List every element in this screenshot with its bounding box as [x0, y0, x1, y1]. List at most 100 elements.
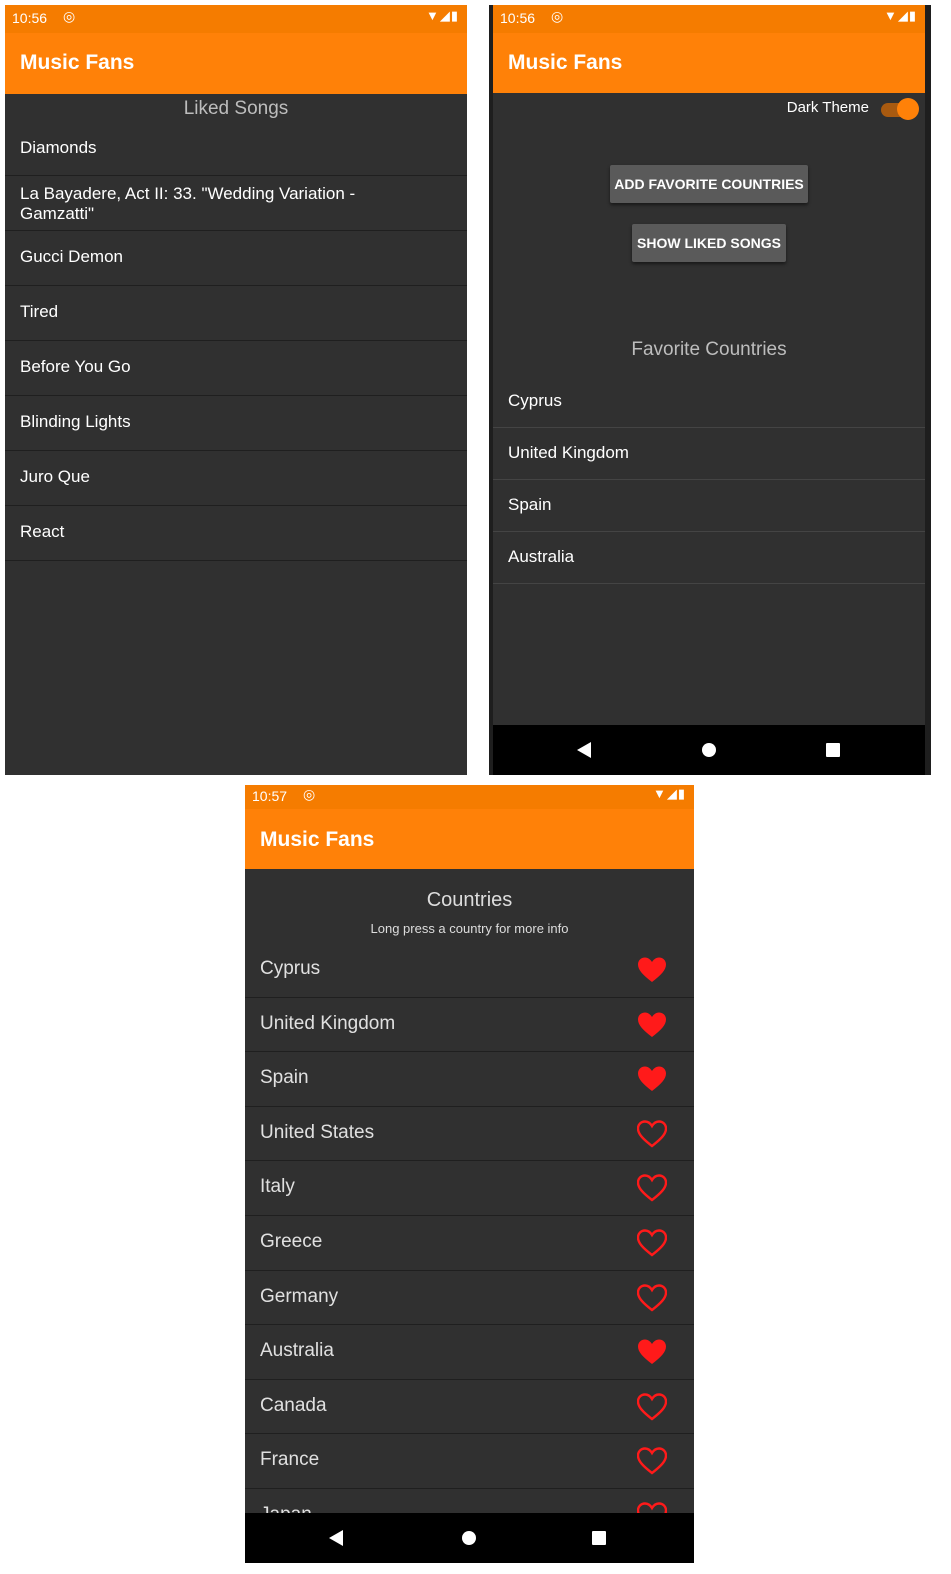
country-row[interactable]: France: [245, 1434, 694, 1489]
country-row[interactable]: United States: [245, 1107, 694, 1162]
heart-filled-icon[interactable]: [637, 1065, 667, 1093]
status-time: 10:57: [252, 788, 288, 804]
home-icon[interactable]: [462, 1531, 476, 1545]
status-bar: 10:56 ◎ ▼◢▮: [493, 5, 925, 33]
country-name: Australia: [260, 1340, 334, 1362]
add-favorite-countries-button[interactable]: ADD FAVORITE COUNTRIES: [610, 165, 808, 203]
country-name: Japan: [260, 1504, 312, 1513]
recents-icon[interactable]: [592, 1531, 606, 1545]
wifi-signal-battery-icons: ▼◢▮: [883, 8, 917, 23]
song-title: Gucci Demon: [20, 247, 123, 266]
song-title: Before You Go: [20, 357, 131, 376]
song-title: Blinding Lights: [20, 412, 131, 431]
wifi-signal-battery-icons: ▼◢▮: [652, 786, 686, 801]
song-row[interactable]: Blinding Lights: [5, 396, 467, 451]
country-row[interactable]: Japan: [245, 1489, 694, 1513]
dark-theme-row: Dark Theme: [493, 93, 925, 121]
heart-outline-icon[interactable]: [637, 1447, 667, 1475]
countries-screen: 10:57 ◎ ▼◢▮ Music Fans Countries Long pr…: [245, 785, 694, 1563]
favorite-country-row[interactable]: Cyprus: [493, 376, 925, 428]
song-row[interactable]: Gucci Demon: [5, 231, 467, 286]
countries-subtitle: Long press a country for more info: [370, 921, 569, 936]
country-name: Greece: [260, 1230, 323, 1252]
back-icon[interactable]: [329, 1530, 343, 1546]
countries-title: Countries: [426, 889, 513, 911]
country-name: France: [260, 1449, 320, 1471]
app-bar: Music Fans: [245, 809, 694, 869]
nav-bar: [245, 1513, 694, 1563]
country-name: United Kingdom: [260, 1012, 396, 1034]
heart-filled-icon[interactable]: [637, 956, 667, 984]
song-row[interactable]: Before You Go: [5, 341, 467, 396]
country-row[interactable]: Germany: [245, 1271, 694, 1326]
heart-outline-icon[interactable]: [637, 1283, 667, 1312]
favorite-country-row[interactable]: United Kingdom: [493, 428, 925, 480]
dark-theme-label: Dark Theme: [786, 99, 869, 116]
nav-bar: [493, 725, 925, 775]
country-name: Canada: [260, 1394, 327, 1416]
heart-outline-icon[interactable]: [637, 1502, 667, 1513]
song-title: React: [20, 522, 65, 541]
app-title: Music Fans: [260, 828, 375, 851]
app-title: Music Fans: [20, 51, 135, 74]
heart-outline-icon[interactable]: [637, 1174, 667, 1202]
recents-icon[interactable]: [826, 743, 840, 757]
country-row[interactable]: Australia: [245, 1325, 694, 1380]
song-title: Juro Que: [20, 467, 90, 486]
country-row[interactable]: Greece: [245, 1216, 694, 1271]
country-row[interactable]: Canada: [245, 1380, 694, 1435]
heart-outline-icon[interactable]: [637, 1393, 667, 1421]
countries-content: Countries Long press a country for more …: [245, 869, 694, 1513]
song-row[interactable]: La Bayadere, Act II: 33. "Wedding Variat…: [5, 176, 467, 231]
heart-outline-icon[interactable]: [637, 1120, 667, 1148]
country-row[interactable]: United Kingdom: [245, 998, 694, 1053]
show-liked-songs-button[interactable]: SHOW LIKED SONGS: [632, 224, 786, 262]
sync-icon: ◎: [63, 8, 76, 24]
country-row[interactable]: Italy: [245, 1161, 694, 1216]
sync-icon: ◎: [303, 786, 316, 802]
favorite-country-row[interactable]: Australia: [493, 532, 925, 584]
favorite-country-name: United Kingdom: [508, 443, 629, 462]
song-row[interactable]: React: [5, 506, 467, 561]
favorite-country-name: Spain: [508, 495, 552, 514]
back-icon[interactable]: [577, 742, 591, 758]
favorite-country-name: Australia: [508, 547, 575, 566]
status-bar: 10:56 ◎ ▼◢▮: [5, 5, 467, 33]
heart-outline-icon[interactable]: [637, 1229, 667, 1257]
favorite-country-name: Cyprus: [508, 391, 562, 410]
status-time: 10:56: [500, 10, 536, 26]
main-content: Dark Theme ADD FAVORITE COUNTRIES SHOW L…: [493, 93, 925, 725]
songs-list: Diamonds La Bayadere, Act II: 33. "Weddin…: [5, 128, 467, 561]
status-bar: 10:57 ◎ ▼◢▮: [245, 785, 694, 809]
favorite-countries-list: Cyprus United Kingdom Spain Australia: [493, 376, 925, 584]
countries-list: Cyprus United Kingdom Spain United States It…: [245, 943, 694, 1513]
favorite-countries-title: Favorite Countries: [631, 339, 787, 360]
heart-filled-icon[interactable]: [637, 1338, 667, 1366]
song-title: Diamonds: [20, 138, 97, 157]
heart-filled-icon[interactable]: [637, 1011, 667, 1039]
switch-thumb[interactable]: [897, 98, 919, 120]
app-bar: Music Fans: [5, 33, 467, 94]
song-row[interactable]: Tired: [5, 286, 467, 341]
song-row[interactable]: Juro Que: [5, 451, 467, 506]
liked-songs-content: Liked Songs Diamonds La Bayadere, Act II:…: [5, 94, 467, 775]
app-title: Music Fans: [508, 51, 623, 74]
country-name: United States: [260, 1121, 375, 1143]
main-screen: 10:56 ◎ ▼◢▮ Music Fans Dark Theme ADD FA…: [489, 5, 931, 775]
sync-icon: ◎: [551, 8, 564, 24]
status-time: 10:56: [12, 10, 48, 26]
country-name: Germany: [260, 1285, 339, 1307]
liked-songs-screen: 10:56 ◎ ▼◢▮ Music Fans Liked Songs Diamo…: [5, 5, 467, 775]
favorite-country-row[interactable]: Spain: [493, 480, 925, 532]
wifi-signal-battery-icons: ▼◢▮: [425, 8, 459, 23]
country-name: Spain: [260, 1067, 309, 1089]
liked-songs-title: Liked Songs: [183, 98, 289, 119]
app-bar: Music Fans: [493, 33, 925, 93]
country-row[interactable]: Cyprus: [245, 943, 694, 998]
country-name: Italy: [260, 1176, 295, 1198]
home-icon[interactable]: [702, 743, 716, 757]
country-row[interactable]: Spain: [245, 1052, 694, 1107]
song-row[interactable]: Diamonds: [5, 128, 467, 176]
country-name: Cyprus: [260, 958, 321, 979]
song-title: La Bayadere, Act II: 33. "Wedding Variat…: [20, 184, 356, 223]
